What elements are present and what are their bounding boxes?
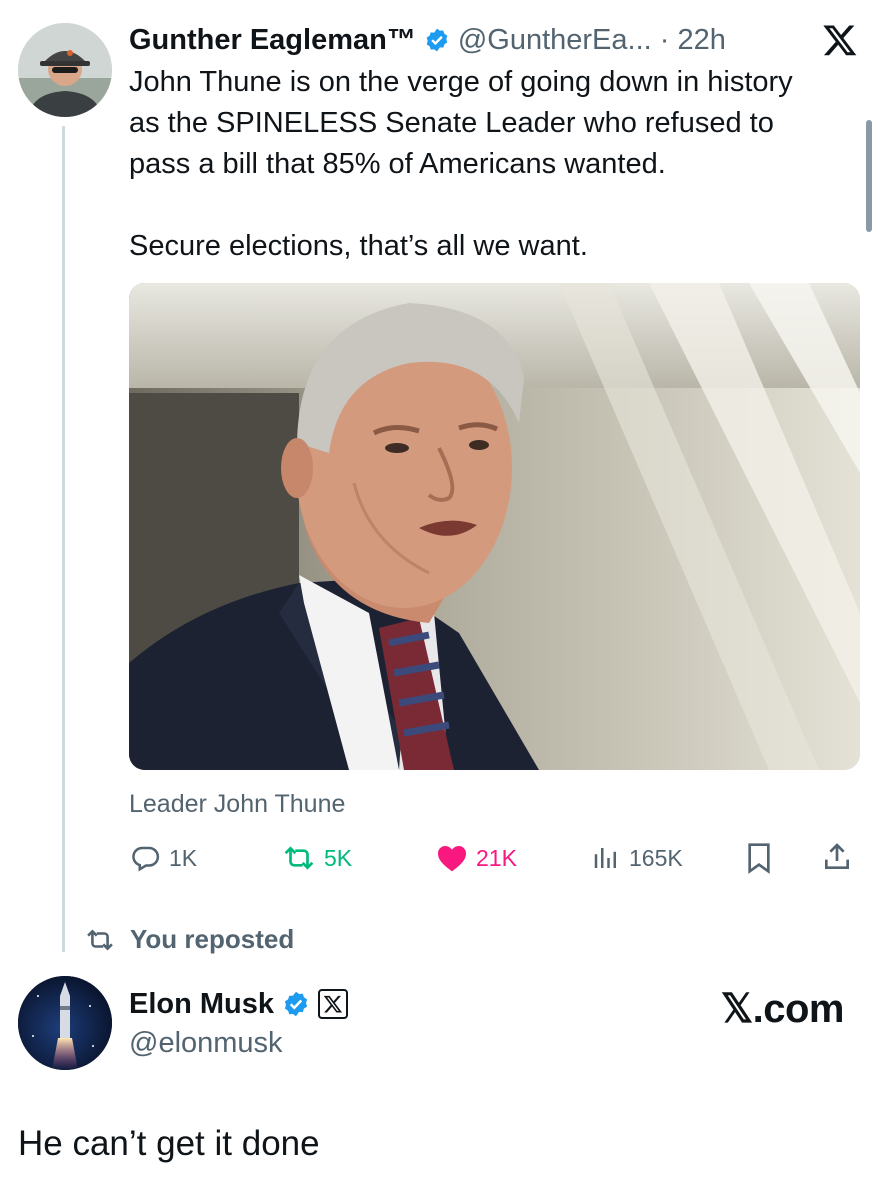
like-count: 21K [476,844,517,871]
reply-text: He can’t get it done [18,1124,320,1163]
views-button[interactable]: 165K [591,840,683,876]
tweet-text-line: John Thune is on the verge of going down… [129,66,793,98]
tweet-text-line: as the SPINELESS Senate Leader who refus… [129,107,774,139]
reply-author-handle[interactable]: @elonmusk [129,1027,283,1060]
tweet-text-line: pass a bill that 85% of Americans wanted… [129,148,666,180]
repost-icon [84,927,116,953]
x-logo-icon [318,989,349,1019]
reply-author-avatar[interactable] [18,976,112,1070]
thread-connector-line [62,126,65,952]
repost-button[interactable]: 5K [282,840,352,876]
repost-icon [282,843,316,873]
author-handle-and-time[interactable]: @GuntherEa... · 22h [458,24,726,57]
author-display-name[interactable]: Gunther Eagleman™ [129,24,416,57]
reply-author-header: Elon Musk [129,984,349,1024]
repost-indicator-label: You reposted [130,924,295,954]
tweet-media-photo[interactable] [129,283,860,770]
views-icon [591,843,621,873]
tweet-header: Gunther Eagleman™ @GuntherEa... · 22h [129,20,726,60]
tweet-body: John Thune is on the verge of going down… [129,62,864,267]
views-count: 165K [629,844,683,871]
heart-icon [436,843,468,873]
verified-badge-icon [424,27,450,53]
share-icon[interactable] [821,840,853,879]
author-avatar[interactable] [18,23,112,117]
bookmark-icon[interactable] [745,842,773,879]
tweet-text-line: Secure elections, that’s all we want. [129,230,588,262]
like-button[interactable]: 21K [436,840,517,876]
repost-count: 5K [324,844,353,871]
reply-count: 1K [169,844,198,871]
verified-badge-icon [282,990,310,1018]
reply-icon [131,843,161,873]
reply-button[interactable]: 1K [131,840,197,876]
scrollbar[interactable] [866,120,872,232]
reply-author-display-name[interactable]: Elon Musk [129,988,274,1021]
repost-indicator: You reposted [84,924,294,955]
x-logo-icon[interactable] [822,22,858,58]
x-com-link-badge[interactable]: 𝕏.com [721,986,845,1032]
media-caption: Leader John Thune [129,790,346,818]
